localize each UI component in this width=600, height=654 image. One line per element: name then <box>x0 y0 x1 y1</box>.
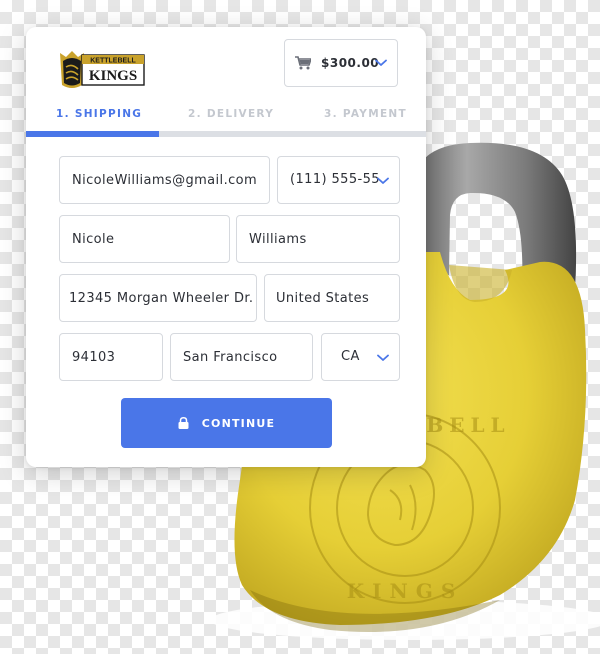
cart-dropdown[interactable]: $300.00 <box>284 39 398 87</box>
chevron-down-icon <box>375 59 387 66</box>
progress-fill <box>26 131 160 137</box>
continue-label: CONTINUE <box>201 416 276 430</box>
country-field <box>264 274 400 322</box>
checkout-steps: 1. SHIPPING 2. DELIVERY 3. PAYMENT <box>26 107 426 127</box>
state-select[interactable]: CA <box>321 333 400 381</box>
last-name-input[interactable] <box>237 216 399 262</box>
last-name-field <box>236 215 400 263</box>
zip-field <box>59 333 163 381</box>
logo-text-bottom: KINGS <box>89 68 137 84</box>
city-field <box>170 333 313 381</box>
country-input[interactable] <box>265 275 399 321</box>
card-header: KETTLEBELL KINGS $300.00 1. SHIPPING 2. … <box>26 27 426 127</box>
phone-value: (111) 555-5555 <box>290 172 380 187</box>
email-field <box>59 156 270 204</box>
tab-delivery[interactable]: 2. DELIVERY <box>188 108 274 120</box>
chevron-down-icon <box>377 354 389 361</box>
lock-icon <box>178 417 189 429</box>
kettlebell-emboss-bottom: KINGS <box>347 579 464 603</box>
address-field <box>59 274 257 322</box>
continue-button[interactable]: CONTINUE <box>121 398 332 448</box>
cart-total: $300.00 <box>321 56 380 70</box>
chevron-down-icon <box>377 177 389 184</box>
city-input[interactable] <box>171 334 312 380</box>
checkout-card: KETTLEBELL KINGS $300.00 1. SHIPPING 2. … <box>26 27 426 467</box>
progress-track <box>26 131 426 137</box>
first-name-input[interactable] <box>60 216 229 262</box>
email-input[interactable] <box>60 157 269 203</box>
address-input[interactable] <box>60 275 256 321</box>
logo-text-top: KETTLEBELL <box>90 58 136 65</box>
kettlebell-kings-logo: KETTLEBELL KINGS <box>60 51 145 88</box>
first-name-field <box>59 215 230 263</box>
zip-input[interactable] <box>60 334 162 380</box>
tab-payment[interactable]: 3. PAYMENT <box>324 108 407 120</box>
phone-select[interactable]: (111) 555-5555 <box>277 156 400 204</box>
shopping-cart-icon <box>295 56 311 70</box>
state-value: CA <box>341 349 360 364</box>
tab-shipping[interactable]: 1. SHIPPING <box>56 108 142 120</box>
